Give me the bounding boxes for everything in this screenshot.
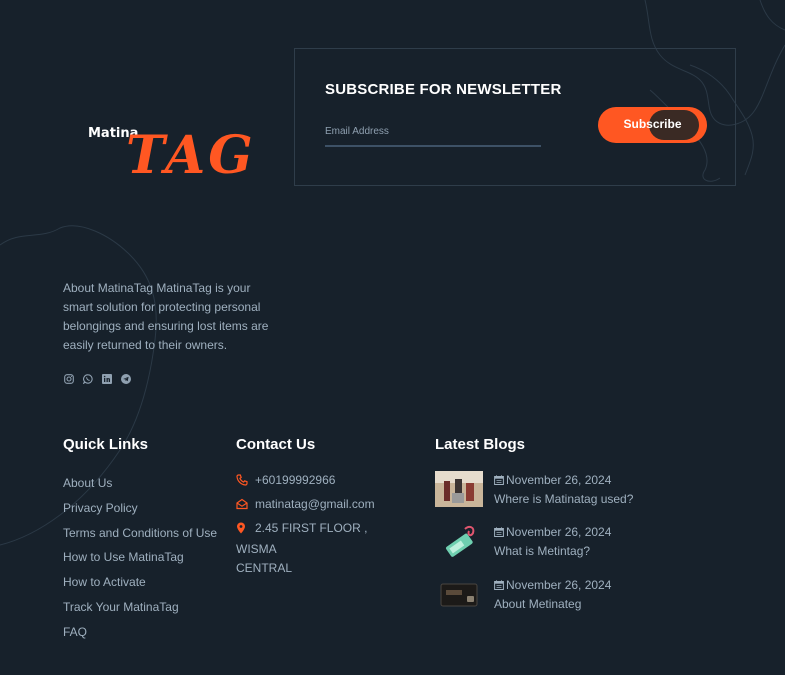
location-pin-icon [236,521,250,540]
instagram-icon[interactable] [63,373,74,384]
latest-blogs-title: Latest Blogs [435,436,526,453]
subscribe-button[interactable]: Subscribe [598,107,707,143]
quick-link-track[interactable]: Track Your MatinaTag [63,600,217,625]
blog-date-text: November 26, 2024 [506,525,612,539]
blog-date-text: November 26, 2024 [506,473,612,487]
calendar-icon [494,474,504,488]
newsletter-box: SUBSCRIBE FOR NEWSLETTER Subscribe [294,48,736,186]
phone-icon [236,473,250,492]
blog-title[interactable]: About Metinateg [494,597,581,611]
telegram-icon[interactable] [120,373,131,384]
blog-thumbnail[interactable] [435,523,483,559]
quick-link-terms[interactable]: Terms and Conditions of Use [63,526,217,551]
quick-link-how-to-activate[interactable]: How to Activate [63,575,217,600]
blog-post[interactable]: November 26, 2024 Where is Matinatag use… [435,471,655,511]
quick-link-privacy-policy[interactable]: Privacy Policy [63,501,217,526]
linkedin-icon[interactable] [101,373,112,384]
quick-links-title: Quick Links [63,436,149,453]
contact-email[interactable]: matinatag@gmail.com [236,495,375,516]
envelope-icon [236,497,250,516]
contact-email-text: matinatag@gmail.com [255,497,375,511]
blog-post[interactable]: November 26, 2024 About Metinateg [435,576,655,616]
contact-title: Contact Us [236,436,316,453]
subscribe-button-label: Subscribe [623,117,682,131]
calendar-icon [494,526,504,540]
quick-link-how-to-use[interactable]: How to Use MatinaTag [63,550,217,575]
contact-address: 2.45 FIRST FLOOR , WISMA CENTRAL [236,519,406,578]
blog-date-text: November 26, 2024 [506,578,612,592]
blog-thumbnail[interactable] [435,471,483,507]
contact-phone[interactable]: +60199992966 [236,471,335,492]
quick-link-faq[interactable]: FAQ [63,625,217,650]
matinatag-logo[interactable]: Matina TAG [86,124,268,190]
contact-phone-text: +60199992966 [255,473,336,487]
email-input[interactable] [325,117,541,147]
logo-big-text: TAG [126,125,256,186]
contact-address-line2: CENTRAL [236,561,293,575]
contact-address-line1: 2.45 FIRST FLOOR , WISMA [236,521,368,556]
blog-post[interactable]: November 26, 2024 What is Metintag? [435,523,655,563]
newsletter-title: SUBSCRIBE FOR NEWSLETTER [325,81,562,98]
calendar-icon [494,579,504,593]
blog-title[interactable]: What is Metintag? [494,544,590,558]
blog-thumbnail[interactable] [435,576,483,612]
quick-links-list: About Us Privacy Policy Terms and Condit… [63,476,217,650]
whatsapp-icon[interactable] [82,373,93,384]
about-text: About MatinaTag MatinaTag is your smart … [63,281,269,352]
social-links [63,373,131,384]
quick-link-about-us[interactable]: About Us [63,476,217,501]
blog-title[interactable]: Where is Matinatag used? [494,492,633,506]
